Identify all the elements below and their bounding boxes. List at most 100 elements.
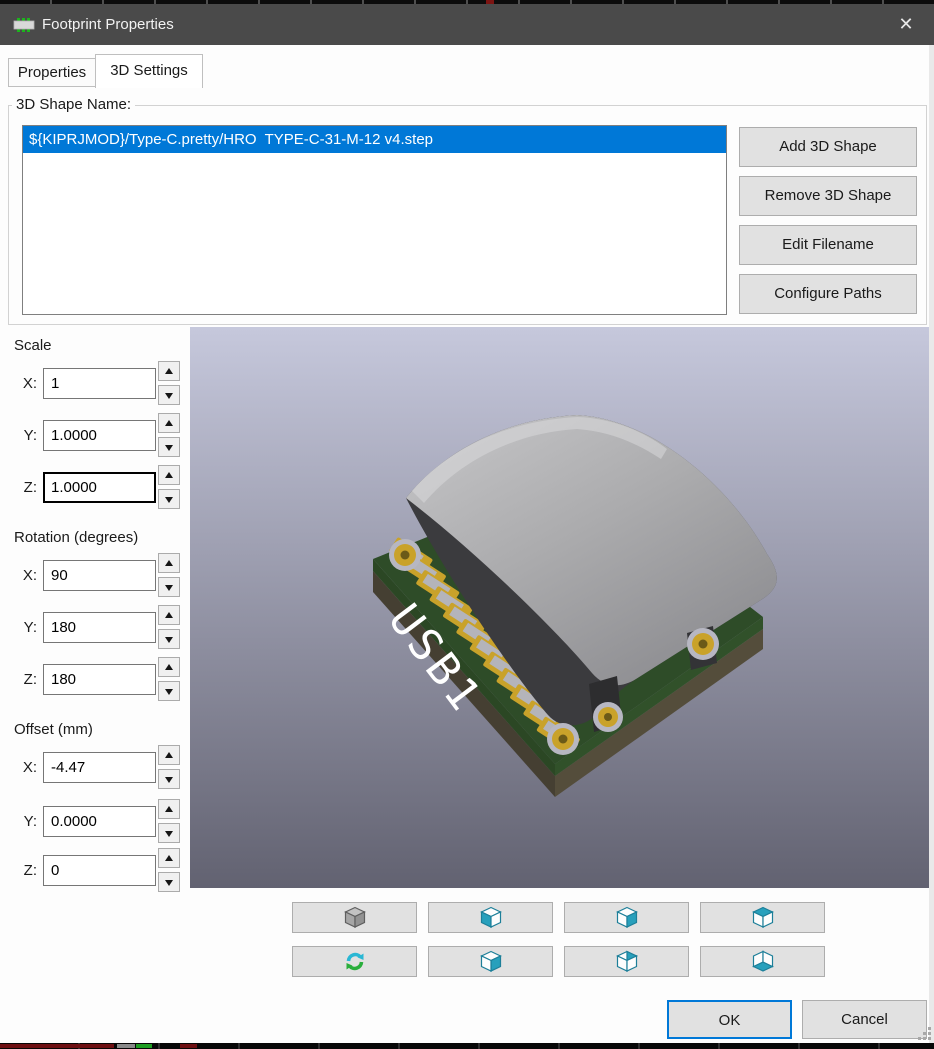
axis-label-x: X: <box>18 560 37 591</box>
cube-front-face-icon <box>565 905 688 931</box>
scale-x-input[interactable] <box>43 368 156 399</box>
cube-left-face-icon <box>429 905 552 931</box>
offset-y-spinner <box>158 799 181 844</box>
spin-up-button[interactable] <box>158 465 180 485</box>
footprint-properties-dialog: { "window": { "title": "Footprint Proper… <box>0 0 934 1049</box>
spin-down-button[interactable] <box>158 385 180 405</box>
spin-up-button[interactable] <box>158 745 180 765</box>
spin-up-button[interactable] <box>158 361 180 381</box>
shape-list[interactable]: ${KIPRJMOD}/Type-C.pretty/HRO TYPE-C-31-… <box>22 125 727 315</box>
offset-x-row: X: <box>18 752 181 783</box>
view-right-button[interactable] <box>428 946 553 977</box>
add-3d-shape-button[interactable]: Add 3D Shape <box>739 127 917 167</box>
cancel-button[interactable]: Cancel <box>802 1000 927 1039</box>
tab-properties[interactable]: Properties <box>8 58 96 87</box>
spin-down-button[interactable] <box>158 629 180 649</box>
rotation-x-row: X: <box>18 560 181 591</box>
spin-up-button[interactable] <box>158 553 180 573</box>
view-update-button[interactable] <box>292 946 417 977</box>
shape-name-label: 3D Shape Name: <box>12 96 135 113</box>
resize-grip[interactable] <box>918 1027 932 1041</box>
spin-down-button[interactable] <box>158 769 180 789</box>
offset-x-spinner <box>158 745 181 790</box>
axis-label-y: Y: <box>18 806 37 837</box>
rotation-z-input[interactable] <box>43 664 156 695</box>
dialog-right-edge <box>929 45 934 1043</box>
spin-down-button[interactable] <box>158 681 180 701</box>
axis-label-x: X: <box>18 368 37 399</box>
offset-x-input[interactable] <box>43 752 156 783</box>
spin-up-button[interactable] <box>158 657 180 677</box>
window-title: Footprint Properties <box>42 4 174 45</box>
close-icon[interactable]: ✕ <box>888 4 924 45</box>
offset-z-spinner <box>158 848 181 893</box>
spin-down-button[interactable] <box>158 489 180 509</box>
cube-back-face-icon <box>565 949 688 975</box>
rotate-refresh-icon <box>293 949 416 975</box>
plated-hole <box>593 702 623 732</box>
pcb-trace-segment <box>180 1044 197 1048</box>
offset-y-row: Y: <box>18 806 181 837</box>
cube-bottom-face-icon <box>701 949 824 975</box>
rotation-z-spinner <box>158 657 181 702</box>
pcb-trace-segment <box>117 1044 135 1048</box>
spin-up-button[interactable] <box>158 413 180 433</box>
axis-label-z: Z: <box>18 664 37 695</box>
view-bottom-button[interactable] <box>700 946 825 977</box>
scale-y-spinner <box>158 413 181 458</box>
rotation-section-label: Rotation (degrees) <box>14 528 138 548</box>
spin-down-button[interactable] <box>158 872 180 892</box>
ok-button[interactable]: OK <box>667 1000 792 1039</box>
scale-section-label: Scale <box>14 336 52 356</box>
scale-x-row: X: <box>18 368 181 399</box>
view-isometric-button[interactable] <box>292 902 417 933</box>
scale-y-row: Y: <box>18 420 181 451</box>
axis-label-z: Z: <box>18 472 37 503</box>
spin-down-button[interactable] <box>158 577 180 597</box>
cube-top-face-icon <box>701 905 824 931</box>
title-bar: Footprint Properties ✕ <box>0 4 934 45</box>
rotation-y-input[interactable] <box>43 612 156 643</box>
scale-y-input[interactable] <box>43 420 156 451</box>
axis-label-y: Y: <box>18 420 37 451</box>
axis-label-y: Y: <box>18 612 37 643</box>
remove-3d-shape-button[interactable]: Remove 3D Shape <box>739 176 917 216</box>
rotation-y-spinner <box>158 605 181 650</box>
configure-paths-button[interactable]: Configure Paths <box>739 274 917 314</box>
scale-z-spinner <box>158 465 181 510</box>
axis-label-x: X: <box>18 752 37 783</box>
cube-right-face-icon <box>429 949 552 975</box>
scale-z-input[interactable] <box>43 472 156 503</box>
shape-list-item-selected[interactable]: ${KIPRJMOD}/Type-C.pretty/HRO TYPE-C-31-… <box>23 126 726 153</box>
spin-up-button[interactable] <box>158 799 180 819</box>
view-left-button[interactable] <box>428 902 553 933</box>
tab-3d-settings[interactable]: 3D Settings <box>95 54 203 88</box>
plated-hole <box>687 628 719 660</box>
pcb-trace-segment <box>136 1044 152 1048</box>
rotation-x-spinner <box>158 553 181 598</box>
offset-y-input[interactable] <box>43 806 156 837</box>
plated-hole <box>389 539 421 571</box>
plated-hole <box>547 723 579 755</box>
spin-down-button[interactable] <box>158 823 180 843</box>
view-front-button[interactable] <box>564 902 689 933</box>
background-pcb-strip-bottom <box>0 1043 934 1049</box>
offset-z-input[interactable] <box>43 855 156 886</box>
3d-viewport[interactable]: USB1 <box>190 327 929 888</box>
spin-up-button[interactable] <box>158 848 180 868</box>
rotation-z-row: Z: <box>18 664 181 695</box>
spin-up-button[interactable] <box>158 605 180 625</box>
scale-z-row: Z: <box>18 472 181 503</box>
scale-x-spinner <box>158 361 181 406</box>
footprint-icon <box>13 17 35 38</box>
spin-down-button[interactable] <box>158 437 180 457</box>
pcb-trace-segment <box>0 1044 114 1048</box>
edit-filename-button[interactable]: Edit Filename <box>739 225 917 265</box>
offset-z-row: Z: <box>18 855 181 886</box>
axis-label-z: Z: <box>18 855 37 886</box>
view-back-button[interactable] <box>564 946 689 977</box>
view-top-button[interactable] <box>700 902 825 933</box>
iso-cube-icon <box>293 905 416 931</box>
rotation-x-input[interactable] <box>43 560 156 591</box>
rotation-y-row: Y: <box>18 612 181 643</box>
